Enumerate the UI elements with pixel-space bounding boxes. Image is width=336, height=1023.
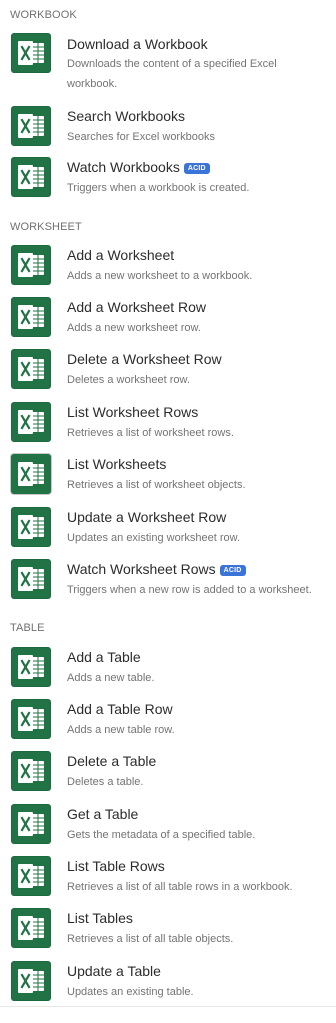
excel-glyph: [18, 305, 44, 329]
module-title: Update a Worksheet Row: [67, 509, 227, 525]
excel-icon: [11, 349, 51, 389]
module-title-row: Watch Worksheet Rows ACID: [67, 560, 246, 578]
module-title: List Tables: [67, 910, 133, 926]
module-search-workbooks[interactable]: Search Workbooks Searches for Excel work…: [0, 106, 336, 156]
module-description: Adds a new worksheet row.: [67, 322, 201, 334]
excel-icon: [11, 402, 51, 442]
module-add-worksheet[interactable]: Add a Worksheet Adds a new worksheet to …: [0, 245, 336, 295]
excel-glyph: [18, 567, 44, 591]
acid-badge: ACID: [219, 565, 246, 576]
module-list-tables[interactable]: List Tables Retrieves a list of all tabl…: [0, 908, 336, 958]
module-description: Searches for Excel workbooks: [67, 131, 215, 143]
excel-icon: [11, 908, 51, 948]
module-title: Download a Workbook: [67, 36, 208, 52]
excel-icon: [11, 33, 51, 73]
module-title: Get a Table: [67, 806, 139, 822]
excel-icon: [11, 699, 51, 739]
excel-glyph: [18, 41, 44, 65]
module-add-table-row[interactable]: Add a Table Row Adds a new table row.: [0, 699, 336, 749]
module-description: Triggers when a new row is added to a wo…: [67, 584, 312, 596]
module-title: Add a Table: [67, 649, 141, 665]
excel-icon: [11, 961, 51, 1001]
module-title: Delete a Table: [67, 753, 157, 769]
excel-glyph: [18, 515, 44, 539]
module-title: Update a Table: [67, 963, 161, 979]
excel-glyph: [18, 253, 44, 277]
module-list: WORKBOOK Download a Workbook Downloads t…: [0, 0, 336, 1023]
module-description: Deletes a table.: [67, 776, 144, 788]
excel-glyph: [18, 165, 44, 189]
module-download-workbook[interactable]: Download a Workbook Downloads the conten…: [0, 33, 336, 90]
module-title: Delete a Worksheet Row: [67, 351, 222, 367]
module-description: Triggers when a workbook is created.: [67, 182, 250, 194]
module-title: Add a Table Row: [67, 701, 173, 717]
excel-icon: [11, 647, 51, 687]
excel-glyph: [18, 114, 44, 138]
module-description: Retrieves a list of worksheet objects.: [67, 479, 246, 491]
excel-glyph: [18, 759, 44, 783]
module-description: Retrieves a list of worksheet rows.: [67, 427, 234, 439]
module-add-worksheet-row[interactable]: Add a Worksheet Row Adds a new worksheet…: [0, 297, 336, 347]
module-title: Add a Worksheet Row: [67, 299, 207, 315]
module-description: Updates an existing worksheet row.: [67, 532, 241, 544]
module-title: Add a Worksheet: [67, 247, 175, 263]
module-description: Retrieves a list of all table objects.: [67, 933, 234, 945]
acid-badge: ACID: [183, 163, 210, 174]
divider: [0, 1006, 336, 1007]
module-update-worksheet-row[interactable]: Update a Worksheet Row Updates an existi…: [0, 507, 336, 557]
module-title: Search Workbooks: [67, 108, 186, 124]
excel-glyph: [18, 864, 44, 888]
section-header-worksheet: WORKSHEET: [10, 221, 82, 233]
module-title: List Worksheets: [67, 456, 167, 472]
module-description: Retrieves a list of all table rows in a …: [67, 881, 293, 893]
module-title-row: Watch Workbooks ACID: [67, 158, 210, 176]
module-description: Adds a new worksheet to a workbook.: [67, 270, 253, 282]
excel-icon: [11, 245, 51, 285]
module-list-worksheets[interactable]: List Worksheets Retrieves a list of work…: [0, 454, 336, 504]
excel-icon: [11, 297, 51, 337]
module-title: Watch Workbooks: [67, 159, 180, 175]
excel-icon: [11, 454, 51, 494]
excel-glyph: [18, 812, 44, 836]
excel-glyph: [18, 655, 44, 679]
module-delete-table[interactable]: Delete a Table Deletes a table.: [0, 751, 336, 801]
module-watch-worksheet-rows[interactable]: Watch Worksheet Rows ACID Triggers when a…: [0, 559, 336, 609]
excel-glyph: [18, 707, 44, 731]
excel-icon: [11, 559, 51, 599]
module-description: Adds a new table.: [67, 672, 155, 684]
section-header-workbook: WORKBOOK: [10, 9, 77, 21]
module-description: Deletes a worksheet row.: [67, 374, 190, 386]
module-title: Watch Worksheet Rows: [67, 561, 216, 577]
excel-glyph: [18, 410, 44, 434]
excel-icon: [11, 507, 51, 547]
module-delete-worksheet-row[interactable]: Delete a Worksheet Row Deletes a workshe…: [0, 349, 336, 399]
module-description: Adds a new table row.: [67, 724, 175, 736]
excel-glyph: [18, 969, 44, 993]
section-header-table: TABLE: [10, 622, 45, 634]
excel-icon: [11, 804, 51, 844]
module-title: List Table Rows: [67, 858, 165, 874]
module-list-table-rows[interactable]: List Table Rows Retrieves a list of all …: [0, 856, 336, 906]
module-description: Downloads the content of a specified Exc…: [67, 58, 277, 90]
module-list-worksheet-rows[interactable]: List Worksheet Rows Retrieves a list of …: [0, 402, 336, 452]
module-description: Gets the metadata of a specified table.: [67, 829, 256, 841]
excel-glyph: [18, 357, 44, 381]
module-description: Updates an existing table.: [67, 986, 194, 998]
module-title: List Worksheet Rows: [67, 404, 199, 420]
excel-icon: [11, 751, 51, 791]
excel-icon: [11, 157, 51, 197]
module-add-table[interactable]: Add a Table Adds a new table.: [0, 647, 336, 697]
excel-icon: [11, 856, 51, 896]
module-watch-workbooks[interactable]: Watch Workbooks ACID Triggers when a work…: [0, 157, 336, 207]
module-update-table[interactable]: Update a Table Updates an existing table…: [0, 961, 336, 1011]
excel-glyph: [18, 462, 44, 486]
excel-glyph: [18, 916, 44, 940]
module-get-table[interactable]: Get a Table Gets the metadata of a speci…: [0, 804, 336, 854]
excel-icon: [11, 106, 51, 146]
